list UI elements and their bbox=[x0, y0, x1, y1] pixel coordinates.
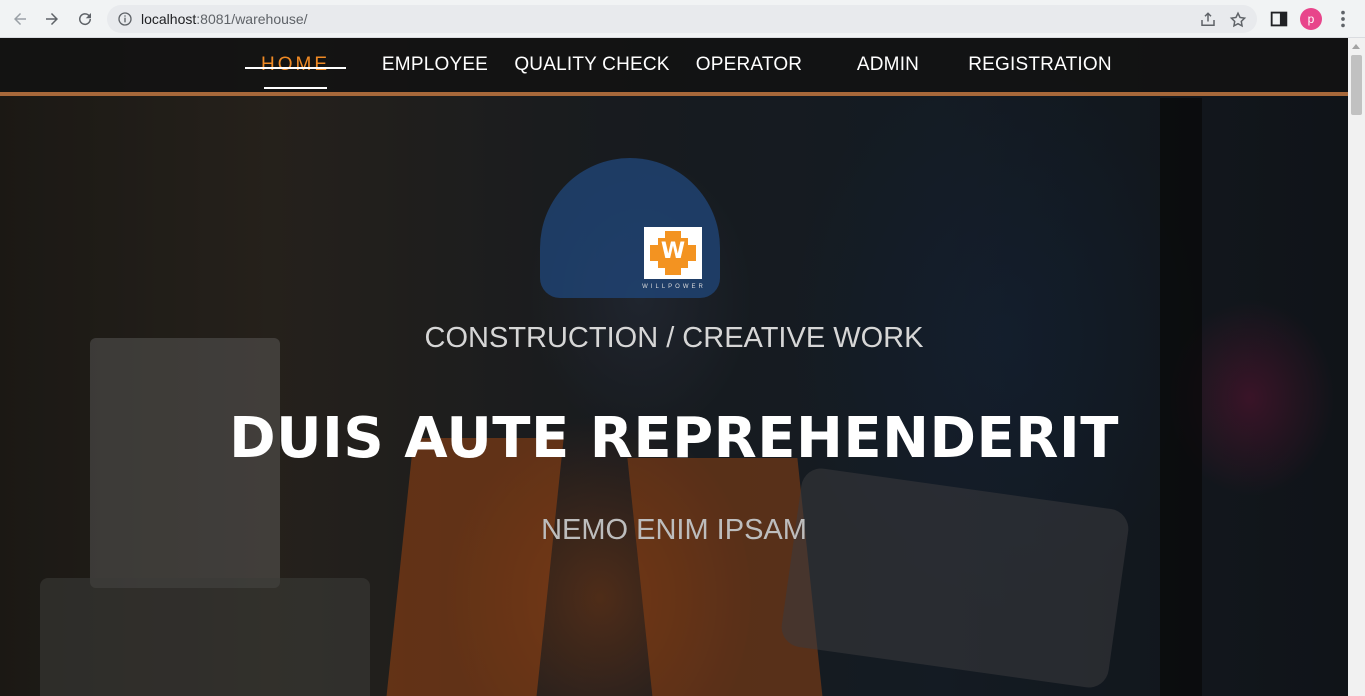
side-panel-icon[interactable] bbox=[1268, 8, 1290, 30]
arrow-right-icon bbox=[46, 13, 58, 25]
nav-registration[interactable]: REGISTRATION bbox=[964, 38, 1116, 92]
page-scrollbar[interactable] bbox=[1348, 38, 1365, 696]
main-navigation: HOME EMPLOYEE QUALITY CHECK OPERATOR ADM… bbox=[0, 38, 1348, 96]
url-text: localhost:8081/warehouse/ bbox=[141, 11, 308, 27]
hero-kicker: CONSTRUCTION / CREATIVE WORK bbox=[424, 322, 924, 354]
share-icon[interactable] bbox=[1199, 11, 1217, 29]
browser-toolbar: localhost:8081/warehouse/ p bbox=[0, 0, 1365, 38]
nav-quality-check[interactable]: QUALITY CHECK bbox=[512, 38, 672, 92]
hero-headline: DUIS AUTE REPREHENDERIT bbox=[229, 406, 1119, 471]
back-button[interactable] bbox=[8, 7, 32, 31]
nav-home[interactable]: HOME bbox=[245, 38, 346, 92]
page-viewport: HOME EMPLOYEE QUALITY CHECK OPERATOR ADM… bbox=[0, 38, 1348, 696]
forward-button[interactable] bbox=[40, 7, 64, 31]
nav-admin[interactable]: ADMIN bbox=[838, 38, 938, 92]
address-bar[interactable]: localhost:8081/warehouse/ bbox=[107, 5, 1257, 33]
star-icon[interactable] bbox=[1229, 11, 1247, 29]
scrollbar-thumb[interactable] bbox=[1351, 55, 1362, 115]
logo-mark: W bbox=[650, 231, 696, 275]
hero-subheadline: NEMO ENIM IPSAM bbox=[541, 514, 807, 546]
profile-avatar[interactable]: p bbox=[1300, 8, 1322, 30]
nav-employee[interactable]: EMPLOYEE bbox=[377, 38, 493, 92]
nav-operator[interactable]: OPERATOR bbox=[692, 38, 806, 92]
info-icon[interactable] bbox=[117, 11, 133, 27]
reload-icon bbox=[79, 13, 92, 26]
hero-background bbox=[0, 38, 1348, 696]
scroll-up-icon[interactable] bbox=[1352, 44, 1360, 49]
arrow-left-icon bbox=[14, 13, 26, 25]
reload-button[interactable] bbox=[73, 7, 97, 31]
more-menu-icon[interactable] bbox=[1332, 8, 1354, 30]
logo-wordmark: WILLPOWER bbox=[642, 284, 706, 290]
brand-logo[interactable]: W bbox=[644, 227, 702, 279]
